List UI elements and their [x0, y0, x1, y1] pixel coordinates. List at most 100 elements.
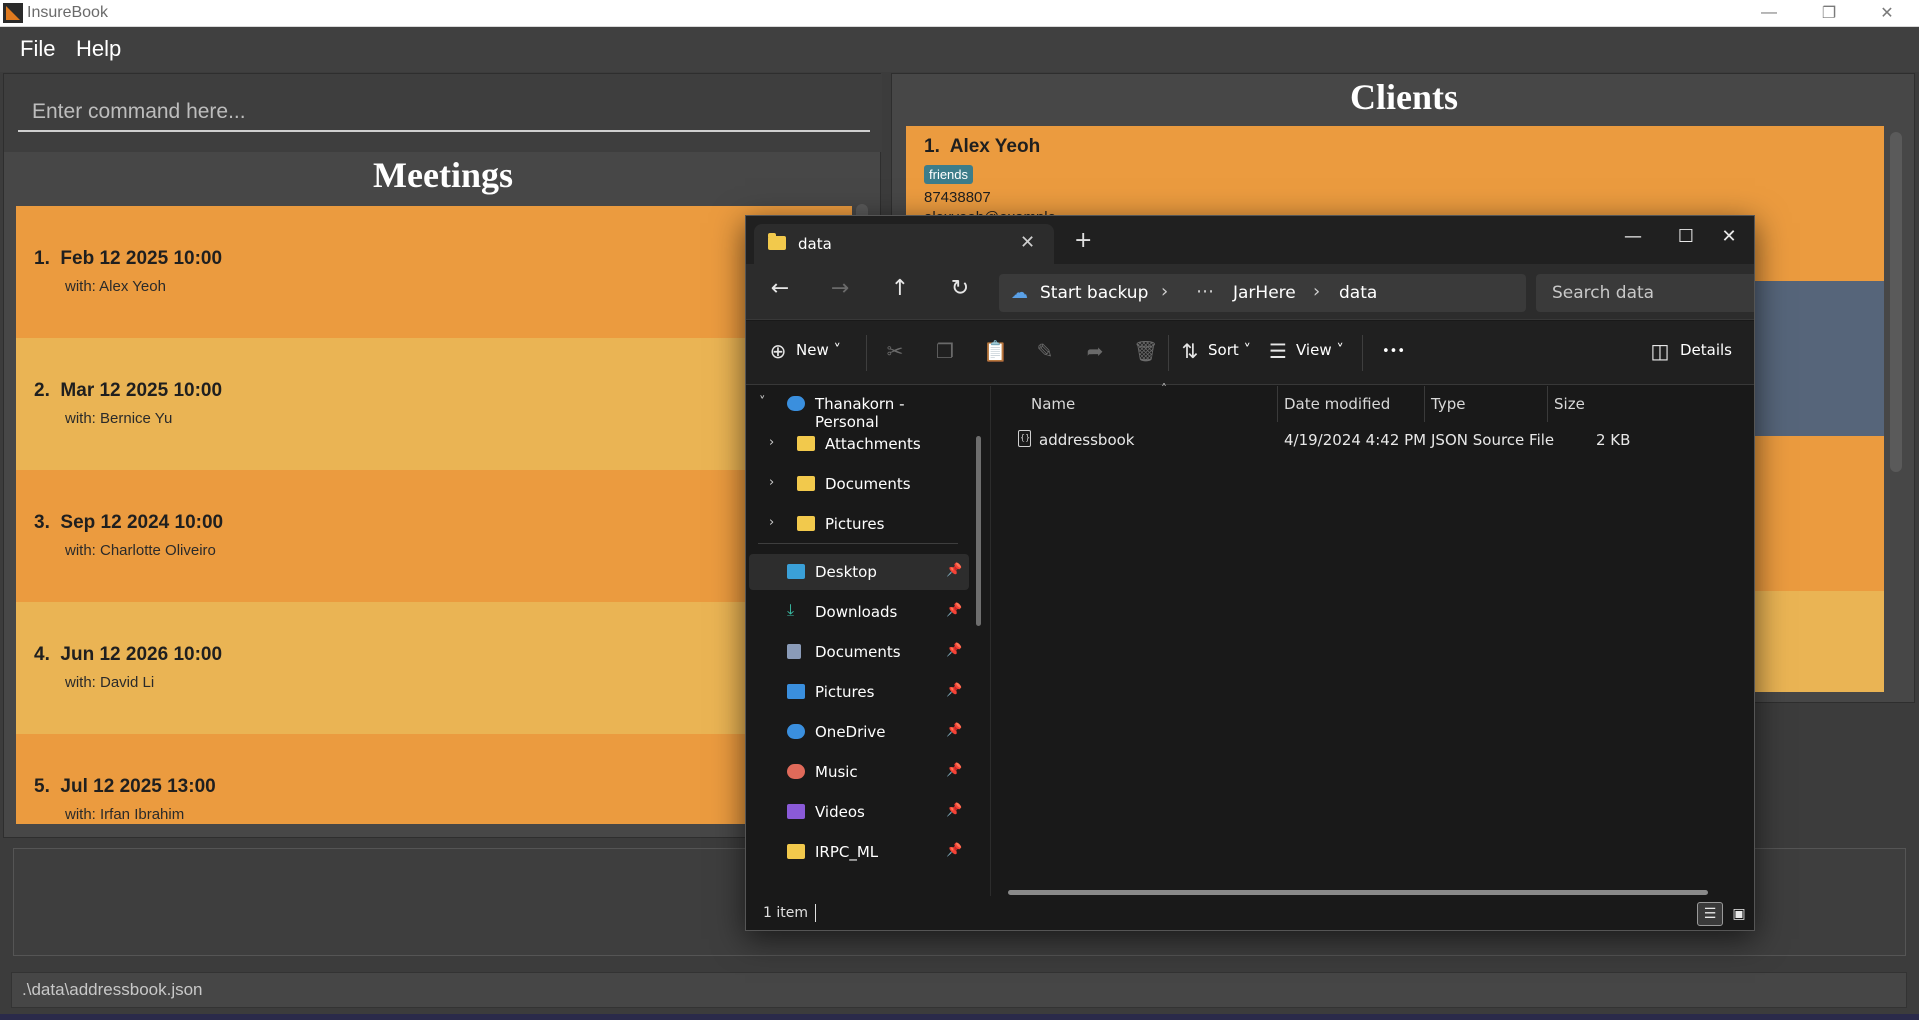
music-icon — [787, 764, 805, 779]
file-list-pane[interactable]: ˄ Name Date modified Type Size addressbo… — [990, 382, 1754, 896]
close-icon[interactable]: ✕ — [1706, 222, 1752, 252]
address-start-backup[interactable]: Start backup — [1040, 283, 1148, 303]
download-icon: ⤓ — [787, 600, 795, 619]
sidebar-item-onedrive-personal[interactable]: ˅ Thanakorn - Personal — [749, 386, 969, 431]
sidebar-item-irpc-ml[interactable]: IRPC_ML 📌 — [749, 834, 969, 870]
tiles-view-icon[interactable]: ▣ — [1726, 902, 1752, 926]
column-divider[interactable] — [1424, 386, 1425, 422]
sort-icon: ⇅ — [1181, 339, 1199, 363]
column-header-type[interactable]: Type — [1431, 395, 1465, 413]
folder-icon — [797, 476, 815, 491]
address-bar[interactable]: ☁ Start backup › ⋯ JarHere › data — [999, 274, 1526, 312]
tab-label: data — [798, 235, 832, 253]
picture-icon — [787, 684, 805, 699]
meeting-heading: 2. Mar 12 2025 10:00 — [34, 380, 222, 402]
cut-icon[interactable]: ✂ — [883, 339, 907, 363]
chevron-down-icon[interactable]: ˅ — [759, 395, 766, 410]
chevron-right-icon[interactable]: › — [769, 475, 774, 490]
meeting-card[interactable]: 4. Jun 12 2026 10:00 with: David Li — [16, 602, 852, 734]
sidebar-item-downloads[interactable]: ⤓ Downloads 📌 — [749, 594, 969, 630]
address-crumb-jarhere[interactable]: JarHere — [1233, 283, 1296, 303]
new-button[interactable]: New ˅ — [796, 341, 841, 359]
up-arrow-icon[interactable]: ↑ — [884, 276, 916, 301]
sidebar-item-label: Attachments — [825, 435, 921, 453]
sidebar-item-music[interactable]: Music 📌 — [749, 754, 969, 790]
chevron-right-icon[interactable]: › — [769, 435, 774, 450]
folder-icon — [797, 436, 815, 451]
address-overflow[interactable]: ⋯ — [1196, 281, 1214, 302]
view-button[interactable]: View ˅ — [1296, 341, 1344, 359]
pin-icon[interactable]: 📌 — [946, 683, 962, 698]
column-header-size[interactable]: Size — [1554, 395, 1585, 413]
sidebar-item-documents[interactable]: Documents 📌 — [749, 634, 969, 670]
pin-icon[interactable]: 📌 — [946, 723, 962, 738]
status-bar: .\data\addressbook.json — [11, 972, 1907, 1008]
sidebar-item-desktop[interactable]: Desktop 📌 — [749, 554, 969, 590]
search-input[interactable] — [1536, 274, 1754, 312]
chevron-right-icon[interactable]: › — [769, 515, 774, 530]
sidebar-item-attachments[interactable]: › Attachments — [749, 426, 969, 462]
column-header-name[interactable]: Name — [1031, 395, 1075, 413]
cloud-icon: ☁ — [1011, 283, 1028, 303]
refresh-icon[interactable]: ↻ — [944, 276, 976, 301]
copy-icon[interactable]: ❐ — [933, 339, 957, 363]
meeting-list[interactable]: 1. Feb 12 2025 10:00 with: Alex Yeoh 2. … — [16, 206, 852, 824]
client-name-text: Alex Yeoh — [949, 136, 1041, 157]
details-view-icon[interactable]: ☰ — [1697, 902, 1723, 926]
sort-button[interactable]: Sort ˅ — [1208, 341, 1251, 359]
column-divider[interactable] — [1547, 386, 1548, 422]
minimize-icon[interactable]: — — [1740, 0, 1798, 26]
json-file-icon — [1018, 430, 1031, 447]
sidebar-item-videos[interactable]: Videos 📌 — [749, 794, 969, 830]
paste-icon[interactable]: 📋 — [983, 339, 1008, 363]
minimize-icon[interactable]: — — [1610, 222, 1656, 252]
close-tab-icon[interactable]: ✕ — [1020, 232, 1035, 253]
restore-icon[interactable]: ❐ — [1800, 0, 1858, 26]
meeting-index: 2. — [34, 380, 50, 401]
column-header-date[interactable]: Date modified — [1284, 395, 1390, 413]
pin-icon[interactable]: 📌 — [946, 643, 962, 658]
delete-icon[interactable]: 🗑 — [1133, 339, 1158, 363]
meeting-card[interactable]: 1. Feb 12 2025 10:00 with: Alex Yeoh — [16, 206, 852, 338]
close-icon[interactable]: ✕ — [1858, 0, 1916, 26]
sidebar-item-pictures[interactable]: Pictures 📌 — [749, 674, 969, 710]
sidebar-item-pictures-folder[interactable]: › Pictures — [749, 506, 969, 542]
menu-file[interactable]: File — [20, 36, 55, 62]
column-divider[interactable] — [1277, 386, 1278, 422]
back-arrow-icon[interactable]: ← — [764, 276, 796, 301]
chevron-right-icon[interactable]: › — [1313, 281, 1320, 302]
plus-icon[interactable]: + — [1074, 228, 1092, 253]
meeting-card[interactable]: 5. Jul 12 2025 13:00 with: Irfan Ibrahim — [16, 734, 852, 824]
horizontal-scrollbar[interactable] — [1008, 890, 1708, 895]
address-crumb-data[interactable]: data — [1339, 283, 1377, 303]
sidebar-item-onedrive[interactable]: OneDrive 📌 — [749, 714, 969, 750]
menu-help[interactable]: Help — [76, 36, 121, 62]
sort-label: Sort — [1208, 341, 1239, 359]
command-input[interactable] — [18, 94, 870, 132]
chevron-right-icon[interactable]: › — [1161, 281, 1168, 302]
meeting-heading: 3. Sep 12 2024 10:00 — [34, 512, 223, 534]
explorer-tab[interactable]: data ✕ — [754, 224, 1054, 264]
rename-icon[interactable]: ✎ — [1033, 339, 1057, 363]
taskbar-edge — [0, 1014, 1919, 1020]
pin-icon[interactable]: 📌 — [946, 803, 962, 818]
pin-icon[interactable]: 📌 — [946, 763, 962, 778]
clients-scrollbar[interactable] — [1890, 132, 1902, 472]
explorer-toolbar: ⊕ New ˅ ✂ ❐ 📋 ✎ ➦ 🗑 ⇅ Sort ˅ ☰ View ˅ ••… — [746, 321, 1754, 385]
app-title: InsureBook — [27, 4, 108, 21]
more-options-button[interactable]: ••• — [1382, 344, 1405, 359]
forward-arrow-icon[interactable]: → — [824, 276, 856, 301]
meeting-card[interactable]: 2. Mar 12 2025 10:00 with: Bernice Yu — [16, 338, 852, 470]
share-icon[interactable]: ➦ — [1083, 339, 1107, 363]
file-row[interactable]: addressbook 4/19/2024 4:42 PM JSON Sourc… — [991, 423, 1754, 457]
meeting-card[interactable]: 3. Sep 12 2024 10:00 with: Charlotte Oli… — [16, 470, 852, 602]
maximize-icon[interactable]: ☐ — [1663, 222, 1709, 252]
file-explorer-window[interactable]: data ✕ + — ☐ ✕ ← → ↑ ↻ ☁ Start backup › … — [745, 215, 1755, 931]
sidebar-item-documents-folder[interactable]: › Documents — [749, 466, 969, 502]
details-button[interactable]: Details — [1680, 341, 1732, 359]
pin-icon[interactable]: 📌 — [946, 843, 962, 858]
pin-icon[interactable]: 📌 — [946, 563, 962, 578]
pin-icon[interactable]: 📌 — [946, 603, 962, 618]
file-type: JSON Source File — [1431, 431, 1555, 449]
sidebar-scrollbar[interactable] — [976, 436, 981, 626]
